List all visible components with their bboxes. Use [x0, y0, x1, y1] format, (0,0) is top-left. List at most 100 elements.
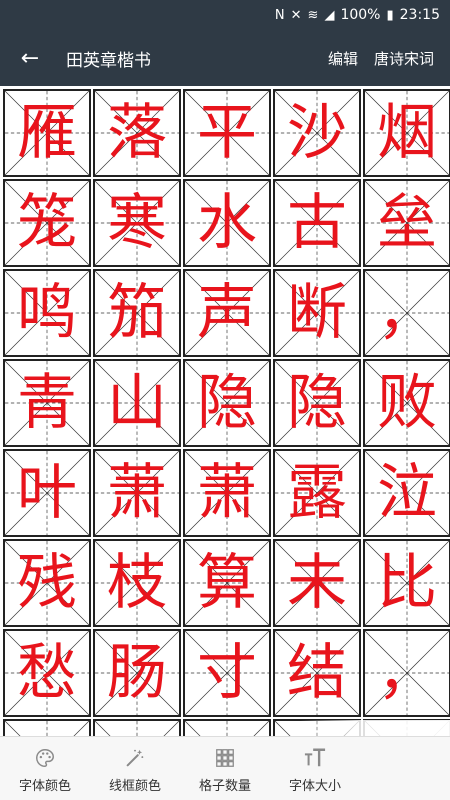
grid-cell[interactable]: 泣 — [363, 449, 450, 537]
calligraphy-character: 未 — [287, 548, 347, 618]
calligraphy-character: 隐 — [197, 368, 257, 438]
grid-cell[interactable]: 鸣 — [3, 269, 91, 357]
frame-color-button[interactable]: 线框颜色 — [90, 737, 180, 800]
grid-cell[interactable]: 隐 — [183, 359, 271, 447]
calligraphy-character: 沙 — [287, 98, 347, 168]
calligraphy-character: 雁 — [17, 98, 77, 168]
calligraphy-character: 烟 — [377, 98, 437, 168]
grid-cell[interactable]: 败 — [363, 359, 450, 447]
grid-cell[interactable] — [93, 719, 181, 736]
grid-cell[interactable]: ， — [363, 269, 450, 357]
palette-icon — [34, 745, 56, 771]
magic-wand-icon — [124, 745, 146, 771]
calligraphy-character — [365, 721, 449, 736]
back-button[interactable]: ← — [0, 30, 60, 86]
calligraphy-character — [275, 721, 359, 736]
grid-cell[interactable]: 隐 — [273, 359, 361, 447]
battery-icon: ▮ — [386, 7, 394, 23]
calligraphy-character: 山 — [107, 368, 167, 438]
calligraphy-character: 平 — [197, 98, 257, 168]
grid-cell[interactable]: 残 — [3, 539, 91, 627]
poems-button[interactable]: 唐诗宋词 — [374, 48, 434, 69]
calligraphy-character: 断 — [287, 278, 347, 348]
calligraphy-character: 隐 — [287, 368, 347, 438]
grid-cell[interactable]: 雁 — [3, 89, 91, 177]
calligraphy-character: 寒 — [107, 188, 167, 258]
grid-icon — [214, 745, 236, 771]
grid-cell[interactable]: 结 — [273, 629, 361, 717]
grid-count-button[interactable]: 格子数量 — [180, 737, 270, 800]
grid-cell[interactable]: 露 — [273, 449, 361, 537]
calligraphy-character: 叶 — [17, 458, 77, 528]
clock: 23:15 — [399, 7, 440, 23]
calligraphy-character: 笼 — [17, 188, 77, 258]
grid-cell[interactable]: 萧 — [183, 449, 271, 537]
font-size-button[interactable]: 字体大小 — [270, 737, 360, 800]
calligraphy-grid: 雁落平沙烟笼寒水古垒鸣笳声断，青山隐隐败叶萧萧露泣残枝算未比愁肠寸结， — [3, 86, 450, 736]
grid-cell[interactable]: 笳 — [93, 269, 181, 357]
grid-cell[interactable]: 古 — [273, 179, 361, 267]
page-title: 田英章楷书 — [66, 50, 151, 71]
font-color-label: 字体颜色 — [18, 778, 71, 794]
grid-count-label: 格子数量 — [198, 778, 251, 794]
grid-cell[interactable] — [273, 719, 361, 736]
grid-cell[interactable]: 断 — [273, 269, 361, 357]
calligraphy-character: 水 — [197, 188, 257, 258]
bottom-toolbar: 字体颜色 线框颜色 格子数量 字体大小 — [0, 736, 450, 800]
calligraphy-character: 败 — [377, 368, 437, 438]
calligraphy-character: 算 — [197, 548, 257, 618]
calligraphy-character: 枝 — [107, 548, 167, 618]
calligraphy-character: 垒 — [377, 188, 437, 258]
grid-cell[interactable]: 山 — [93, 359, 181, 447]
calligraphy-character: 寸 — [197, 638, 257, 708]
calligraphy-character — [95, 721, 179, 736]
grid-cell[interactable]: 垒 — [363, 179, 450, 267]
grid-cell[interactable]: 比 — [363, 539, 450, 627]
grid-cell[interactable]: ， — [363, 629, 450, 717]
grid-cell[interactable]: 烟 — [363, 89, 450, 177]
grid-cell[interactable]: 叶 — [3, 449, 91, 537]
calligraphy-character: 愁 — [17, 638, 77, 708]
calligraphy-character: 露 — [287, 458, 347, 528]
calligraphy-character: 鸣 — [17, 278, 77, 348]
calligraphy-character: 青 — [17, 368, 77, 438]
nfc-icon: N — [274, 7, 285, 23]
grid-cell[interactable]: 青 — [3, 359, 91, 447]
status-bar: N ✕ ≋ ◢ 100% ▮ 23:15 — [0, 0, 450, 30]
app-bar: ← 田英章楷书 编辑 唐诗宋词 — [0, 30, 450, 86]
grid-cell[interactable]: 未 — [273, 539, 361, 627]
grid-cell[interactable]: 寸 — [183, 629, 271, 717]
font-color-button[interactable]: 字体颜色 — [0, 737, 90, 800]
text-size-icon — [303, 745, 327, 771]
grid-cell[interactable]: 水 — [183, 179, 271, 267]
calligraphy-character: 萧 — [107, 458, 167, 528]
edit-button[interactable]: 编辑 — [328, 48, 358, 69]
signal-icon: ◢ — [324, 7, 335, 23]
grid-cell[interactable]: 声 — [183, 269, 271, 357]
grid-cell[interactable] — [183, 719, 271, 736]
calligraphy-character — [185, 721, 269, 736]
wifi-icon: ≋ — [307, 7, 319, 23]
grid-cell[interactable]: 寒 — [93, 179, 181, 267]
calligraphy-character: 结 — [287, 638, 347, 708]
grid-cell[interactable]: 平 — [183, 89, 271, 177]
calligraphy-character: ， — [377, 278, 437, 348]
frame-color-label: 线框颜色 — [108, 778, 161, 794]
calligraphy-character: 落 — [107, 98, 167, 168]
grid-cell[interactable]: 沙 — [273, 89, 361, 177]
calligraphy-grid-area[interactable]: 雁落平沙烟笼寒水古垒鸣笳声断，青山隐隐败叶萧萧露泣残枝算未比愁肠寸结， — [0, 86, 450, 736]
grid-cell[interactable] — [363, 719, 450, 736]
grid-cell[interactable]: 算 — [183, 539, 271, 627]
mute-icon: ✕ — [290, 7, 302, 23]
grid-cell[interactable]: 枝 — [93, 539, 181, 627]
grid-cell[interactable]: 愁 — [3, 629, 91, 717]
grid-cell[interactable] — [3, 719, 91, 736]
calligraphy-character: 声 — [197, 278, 257, 348]
calligraphy-character: ， — [377, 638, 437, 708]
grid-cell[interactable]: 萧 — [93, 449, 181, 537]
calligraphy-character: 比 — [377, 548, 437, 618]
grid-cell[interactable]: 笼 — [3, 179, 91, 267]
grid-cell[interactable]: 落 — [93, 89, 181, 177]
font-size-label: 字体大小 — [288, 778, 341, 794]
grid-cell[interactable]: 肠 — [93, 629, 181, 717]
